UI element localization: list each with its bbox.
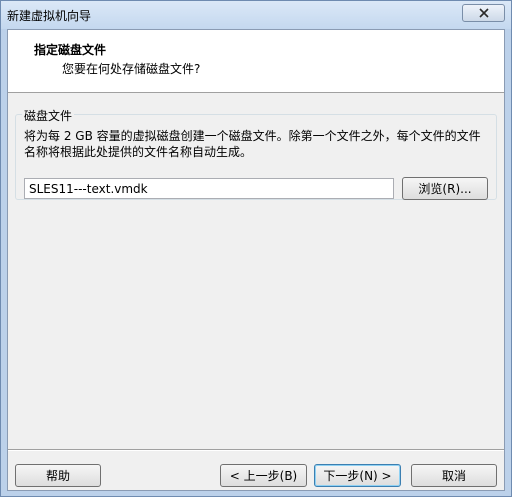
page-subtitle: 您要在何处存储磁盘文件? xyxy=(62,62,201,76)
group-label: 磁盘文件 xyxy=(22,107,75,124)
cancel-button[interactable]: 取消 xyxy=(411,464,497,487)
next-button[interactable]: 下一步(N) > xyxy=(314,464,401,487)
disk-file-group: 磁盘文件 将为每 2 GB 容量的虚拟磁盘创建一个磁盘文件。除第一个文件之外，每… xyxy=(15,107,497,200)
group-description: 将为每 2 GB 容量的虚拟磁盘创建一个磁盘文件。除第一个文件之外，每个文件的文… xyxy=(24,129,481,159)
wizard-header: 指定磁盘文件 您要在何处存储磁盘文件? xyxy=(8,30,504,93)
close-icon xyxy=(478,8,489,18)
wizard-client-area: 指定磁盘文件 您要在何处存储磁盘文件? 磁盘文件 将为每 2 GB 容量的虚拟磁… xyxy=(7,29,505,491)
help-button[interactable]: 帮助 xyxy=(15,464,101,487)
page-title: 指定磁盘文件 xyxy=(34,43,107,57)
footer-divider xyxy=(8,449,504,451)
disk-file-path-input[interactable] xyxy=(24,178,394,199)
back-button[interactable]: < 上一步(B) xyxy=(220,464,307,487)
browse-button[interactable]: 浏览(R)... xyxy=(402,177,488,200)
title-bar[interactable]: 新建虚拟机向导 xyxy=(1,1,511,29)
close-button[interactable] xyxy=(462,4,505,22)
window-title: 新建虚拟机向导 xyxy=(7,9,92,23)
wizard-window: 新建虚拟机向导 指定磁盘文件 您要在何处存储磁盘文件? 磁盘文件 将为每 2 G… xyxy=(0,0,512,497)
